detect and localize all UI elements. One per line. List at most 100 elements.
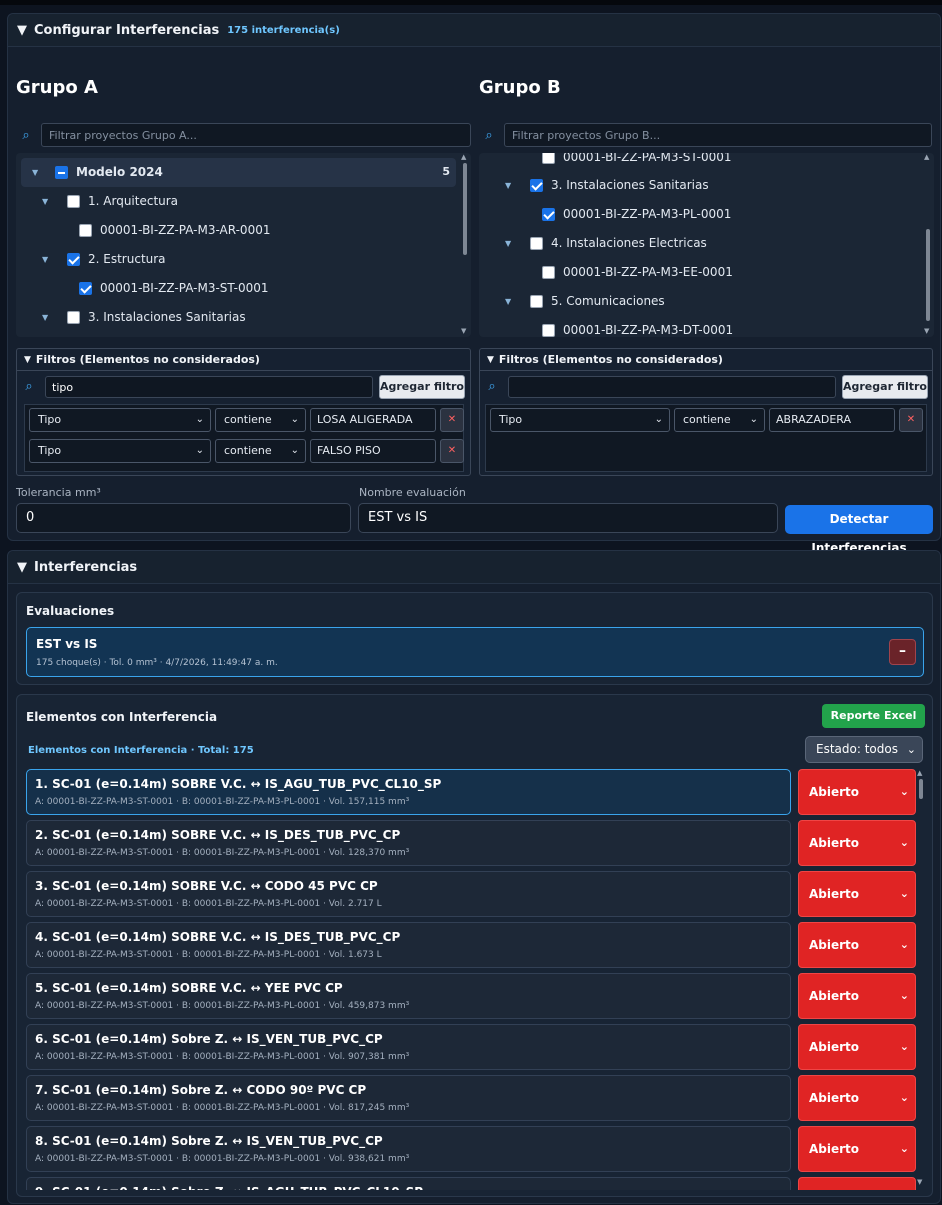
collapse-caret-icon[interactable]: ▼ (487, 355, 494, 365)
tree-row[interactable]: 00001-BI-ZZ-PA-M3-PL-0001 (479, 200, 919, 229)
tree-checkbox[interactable] (542, 324, 555, 337)
filter-field-select[interactable]: Tipo ⌄ (29, 408, 211, 432)
remove-filter-button[interactable]: ✕ (440, 408, 464, 432)
list-scrollbar[interactable]: ▲ ▼ (915, 769, 927, 1190)
interference-status-select[interactable]: Abierto⌄ (798, 1126, 916, 1172)
expand-caret-icon[interactable]: ▼ (32, 168, 38, 177)
interference-item[interactable]: 7. SC-01 (e=0.14m) Sobre Z. ↔ CODO 90º P… (26, 1075, 791, 1121)
tree-row[interactable]: 00001-BI-ZZ-PA-M3-ST-0001 (479, 153, 919, 172)
tree-checkbox[interactable] (67, 311, 80, 324)
tree-checkbox[interactable] (79, 282, 92, 295)
tolerance-input[interactable]: 0 (16, 503, 351, 533)
interference-item[interactable]: 2. SC-01 (e=0.14m) SOBRE V.C. ↔ IS_DES_T… (26, 820, 791, 866)
interference-status-select[interactable]: Abierto⌄ (798, 1075, 916, 1121)
tree-checkbox[interactable] (79, 224, 92, 237)
filter-operator-select[interactable]: contiene ⌄ (215, 408, 306, 432)
filter-field-select[interactable]: Tipo ⌄ (29, 439, 211, 463)
tree-checkbox[interactable] (542, 208, 555, 221)
filter-value-input[interactable]: ABRAZADERA (769, 408, 895, 432)
tree-row[interactable]: ▼ 2. Estructura (16, 245, 456, 274)
interference-item[interactable]: 3. SC-01 (e=0.14m) SOBRE V.C. ↔ CODO 45 … (26, 871, 791, 917)
interference-item[interactable]: 6. SC-01 (e=0.14m) Sobre Z. ↔ IS_VEN_TUB… (26, 1024, 791, 1070)
tree-row[interactable]: ▼ 3. Instalaciones Sanitarias (16, 303, 456, 332)
group-b-filter-input[interactable] (508, 376, 836, 398)
interference-status-select[interactable]: Abierto⌄ (798, 922, 916, 968)
evaluation-card[interactable]: EST vs IS 175 choque(s) · Tol. 0 mm³ · 4… (26, 627, 924, 677)
group-b-filters-header[interactable]: ▼ Filtros (Elementos no considerados) (480, 349, 932, 371)
expand-caret-icon[interactable]: ▼ (505, 239, 511, 248)
tree-scrollbar[interactable]: ▲ ▼ (922, 153, 934, 337)
group-b-search-input[interactable] (504, 123, 932, 147)
tree-row[interactable]: 00001-BI-ZZ-PA-M3-AR-0001 (16, 216, 456, 245)
chevron-down-icon: ⌄ (899, 785, 909, 798)
collapse-caret-icon[interactable]: ▼ (24, 355, 31, 365)
filter-operator-select[interactable]: contiene ⌄ (215, 439, 306, 463)
detect-interferences-button[interactable]: Detectar Interferencias (785, 505, 933, 555)
tree-row[interactable]: ▼ 5. Comunicaciones (479, 287, 919, 316)
remove-filter-button[interactable]: ✕ (899, 408, 923, 432)
tree-row[interactable]: ▼ Modelo 2024 5 (21, 158, 456, 187)
delete-evaluation-button[interactable]: – (889, 639, 916, 665)
tree-checkbox[interactable] (530, 179, 543, 192)
interference-item[interactable]: 9. SC-01 (e=0.14m) Sobre Z. ↔ IS_AGU_TUB… (26, 1177, 791, 1190)
interference-title: 2. SC-01 (e=0.14m) SOBRE V.C. ↔ IS_DES_T… (35, 828, 401, 842)
scroll-up-icon[interactable]: ▲ (924, 153, 929, 161)
scroll-up-icon[interactable]: ▲ (461, 153, 466, 161)
tree-scrollbar[interactable]: ▲ ▼ (459, 153, 471, 337)
status-filter-select[interactable]: Estado: todos ⌄ (805, 736, 923, 763)
filter-value-input[interactable]: LOSA ALIGERADA (310, 408, 436, 432)
scroll-thumb[interactable] (926, 229, 930, 321)
scroll-up-icon[interactable]: ▲ (917, 769, 922, 777)
group-a-filters-header[interactable]: ▼ Filtros (Elementos no considerados) (17, 349, 470, 371)
tree-checkbox[interactable] (542, 266, 555, 279)
filter-operator-select[interactable]: contiene ⌄ (674, 408, 765, 432)
tree-row[interactable]: 00001-BI-ZZ-PA-M3-EE-0001 (479, 258, 919, 287)
tree-row[interactable]: 00001-BI-ZZ-PA-M3-DT-0001 (479, 316, 919, 337)
interference-status-select[interactable]: Abierto⌄ (798, 1177, 916, 1190)
scroll-down-icon[interactable]: ▼ (924, 327, 929, 335)
tree-checkbox[interactable] (530, 295, 543, 308)
tree-checkbox[interactable] (55, 166, 68, 179)
scroll-down-icon[interactable]: ▼ (917, 1178, 922, 1186)
expand-caret-icon[interactable]: ▼ (505, 181, 511, 190)
collapse-caret-icon[interactable]: ▼ (17, 560, 27, 575)
evaluation-name-input[interactable]: EST vs IS (358, 503, 778, 533)
expand-caret-icon[interactable]: ▼ (42, 255, 48, 264)
chevron-down-icon: ⌄ (899, 938, 909, 951)
tree-row[interactable]: 00001-BI-ZZ-PA-M3-ST-0001 (16, 274, 456, 303)
filter-field-select[interactable]: Tipo ⌄ (490, 408, 670, 432)
collapse-caret-icon[interactable]: ▼ (17, 23, 27, 38)
interference-status-select[interactable]: Abierto⌄ (798, 1024, 916, 1070)
filter-value-input[interactable]: FALSO PISO (310, 439, 436, 463)
tree-checkbox[interactable] (67, 253, 80, 266)
excel-report-button[interactable]: Reporte Excel (822, 704, 925, 728)
interference-status-select[interactable]: Abierto⌄ (798, 973, 916, 1019)
group-b-add-filter-button[interactable]: Agregar filtro (842, 375, 928, 399)
scroll-thumb[interactable] (919, 779, 923, 799)
interference-status-select[interactable]: Abierto⌄ (798, 769, 916, 815)
interference-item[interactable]: 1. SC-01 (e=0.14m) SOBRE V.C. ↔ IS_AGU_T… (26, 769, 791, 815)
scroll-thumb[interactable] (463, 163, 467, 255)
tree-row[interactable]: ▼ 4. Instalaciones Electricas (479, 229, 919, 258)
tree-row[interactable]: ▼ 1. Arquitectura (16, 187, 456, 216)
group-a-search-input[interactable] (41, 123, 471, 147)
group-a-filter-input[interactable] (45, 376, 373, 398)
interference-status-select[interactable]: Abierto⌄ (798, 820, 916, 866)
interferences-panel-header[interactable]: ▼ Interferencias (8, 551, 940, 584)
tree-checkbox[interactable] (530, 237, 543, 250)
expand-caret-icon[interactable]: ▼ (42, 197, 48, 206)
config-panel-header[interactable]: ▼ Configurar Interferencias 175 interfer… (8, 14, 940, 47)
group-a-add-filter-button[interactable]: Agregar filtro (379, 375, 465, 399)
remove-filter-button[interactable]: ✕ (440, 439, 464, 463)
tree-checkbox[interactable] (67, 195, 80, 208)
interference-item[interactable]: 8. SC-01 (e=0.14m) Sobre Z. ↔ IS_VEN_TUB… (26, 1126, 791, 1172)
expand-caret-icon[interactable]: ▼ (505, 297, 511, 306)
interference-item[interactable]: 5. SC-01 (e=0.14m) SOBRE V.C. ↔ YEE PVC … (26, 973, 791, 1019)
interference-item[interactable]: 4. SC-01 (e=0.14m) SOBRE V.C. ↔ IS_DES_T… (26, 922, 791, 968)
interference-status-select[interactable]: Abierto⌄ (798, 871, 916, 917)
scroll-down-icon[interactable]: ▼ (461, 327, 466, 335)
chevron-down-icon: ⌄ (195, 414, 204, 425)
tree-checkbox[interactable] (542, 153, 555, 164)
expand-caret-icon[interactable]: ▼ (42, 313, 48, 322)
tree-row[interactable]: ▼ 3. Instalaciones Sanitarias (479, 171, 919, 200)
